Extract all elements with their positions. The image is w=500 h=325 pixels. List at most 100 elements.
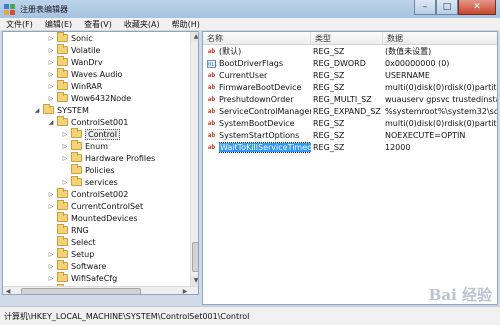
registry-value-row[interactable]: ab WaitToKillServiceTimeout REG_SZ 12000 xyxy=(203,142,497,154)
tree-item[interactable]: ▷ WifiSafeCfg xyxy=(47,272,117,284)
tree-item[interactable]: ▷ WanDrv xyxy=(47,56,103,68)
expand-arrow-icon[interactable]: ▷ xyxy=(47,251,55,258)
tree-item[interactable]: ▷ Hardware Profiles xyxy=(61,152,155,164)
tree-item-label: Control xyxy=(85,128,120,140)
column-header: 名称 类型 数据 xyxy=(203,32,497,45)
tree-item-label: WanDrv xyxy=(71,57,103,67)
tree-item[interactable]: ▷ CurrentControlSet xyxy=(47,200,143,212)
collapse-arrow-icon[interactable]: ◢ xyxy=(33,107,41,114)
scroll-down-icon[interactable]: ▼ xyxy=(191,276,198,286)
folder-icon xyxy=(71,152,82,162)
value-data: NOEXECUTE=OPTIN xyxy=(385,131,466,140)
expand-arrow-icon[interactable]: ▷ xyxy=(47,263,55,270)
tree-item[interactable]: ▷ Waves Audio xyxy=(47,68,122,80)
registry-value-row[interactable]: ab ServiceControlManager... REG_EXPAND_SZ%… xyxy=(203,106,497,118)
value-type: REG_DWORD xyxy=(313,59,366,68)
menu-file[interactable]: 文件(F) xyxy=(0,19,39,30)
tree-item[interactable]: ▷ Sonic xyxy=(47,32,93,44)
expand-arrow-icon[interactable]: ▷ xyxy=(61,179,69,186)
folder-icon xyxy=(57,68,68,78)
menu-view[interactable]: 查看(V) xyxy=(78,19,118,30)
tree-item-label: Volatile xyxy=(71,45,101,55)
tree-item[interactable]: ▷ WinRAR xyxy=(47,80,102,92)
folder-icon xyxy=(57,32,68,42)
value-name-text: PreshutdownOrder xyxy=(219,95,294,104)
tree-item[interactable]: Policies xyxy=(61,164,115,176)
title-bar: 注册表编辑器 – □ ✕ xyxy=(0,0,500,18)
menu-edit[interactable]: 编辑(E) xyxy=(39,19,78,30)
expand-arrow-icon[interactable]: ▷ xyxy=(47,59,55,66)
tree-item[interactable]: Select xyxy=(47,236,96,248)
string-value-icon: ab xyxy=(207,120,216,127)
folder-icon xyxy=(57,260,68,270)
registry-value-row[interactable]: ab PreshutdownOrder REG_MULTI_SZ wuauserv g… xyxy=(203,94,497,106)
scroll-right-icon[interactable]: ▶ xyxy=(180,287,190,294)
column-type-header[interactable]: 类型 xyxy=(311,32,383,45)
tree-item[interactable]: ▷ Volatile xyxy=(47,44,100,56)
tree-item-label: ControlSet001 xyxy=(71,117,129,127)
status-bar: 计算机\HKEY_LOCAL_MACHINE\SYSTEM\ControlSet… xyxy=(0,306,500,325)
expand-arrow-icon[interactable]: ▷ xyxy=(47,71,55,78)
tree-item[interactable]: ▷ Control xyxy=(61,128,120,140)
tree-item-label: Setup xyxy=(71,249,95,259)
menu-favorites[interactable]: 收藏夹(A) xyxy=(118,19,166,30)
tree-item[interactable]: ▷ Wow6432Node xyxy=(47,92,131,104)
folder-icon xyxy=(57,248,68,258)
tree-item-label: CurrentControlSet xyxy=(71,201,144,211)
expand-arrow-icon[interactable]: ▷ xyxy=(61,143,69,150)
expand-arrow-icon[interactable]: ▷ xyxy=(47,83,55,90)
tree-item[interactable]: ▷ Enum xyxy=(61,140,108,152)
tree-item[interactable]: ▷ Software xyxy=(47,260,106,272)
tree-item[interactable]: ▷ ControlSet002 xyxy=(47,188,128,200)
registry-value-row[interactable]: 011 BootDriverFlags REG_DWORD 0x00000000 (0… xyxy=(203,58,497,70)
tree-item[interactable]: ◢ SYSTEM xyxy=(33,104,89,116)
tree-horizontal-scrollbar[interactable]: ◀ ▶ xyxy=(3,286,198,294)
expand-arrow-icon[interactable]: ▷ xyxy=(47,47,55,54)
expand-arrow-icon[interactable]: ▷ xyxy=(61,131,69,138)
expand-arrow-icon[interactable]: ▷ xyxy=(61,155,69,162)
tree-item[interactable]: ◢ ControlSet001 xyxy=(47,116,128,128)
tree-vertical-scrollbar[interactable]: ▲ ▼ xyxy=(190,32,198,286)
tree-item[interactable]: MountedDevices xyxy=(47,212,138,224)
registry-value-row[interactable]: ab CurrentUser REG_SZ USERNAME xyxy=(203,70,497,82)
value-name-text: CurrentUser xyxy=(219,71,268,80)
value-name-text: (默认) xyxy=(219,47,242,56)
expand-arrow-icon[interactable]: ▷ xyxy=(47,35,55,42)
value-name-text: FirmwareBootDevice xyxy=(219,83,302,92)
scroll-thumb[interactable] xyxy=(192,242,198,272)
close-button[interactable]: ✕ xyxy=(458,0,496,15)
value-type: REG_EXPAND_SZ xyxy=(313,107,381,116)
string-value-icon: ab xyxy=(207,108,216,115)
value-name-text: SystemBootDevice xyxy=(219,119,295,128)
tree-item[interactable]: ▷ Setup xyxy=(47,248,94,260)
value-name: WaitToKillServiceTimeout xyxy=(219,142,311,154)
tree-item[interactable]: RNG xyxy=(47,224,89,236)
scroll-up-icon[interactable]: ▲ xyxy=(191,32,198,42)
maximize-button[interactable]: □ xyxy=(436,0,458,15)
minimize-button[interactable]: – xyxy=(414,0,436,15)
registry-value-row[interactable]: ab SystemStartOptions REG_SZ NOEXECUTE=OPTI… xyxy=(203,130,497,142)
tree-item-label: Policies xyxy=(85,165,115,175)
value-data: USERNAME xyxy=(385,71,430,80)
column-data-header[interactable]: 数据 xyxy=(383,32,497,45)
value-name: SystemBootDevice xyxy=(219,118,311,130)
tree-item[interactable]: ▷ services xyxy=(61,176,118,188)
scroll-thumb[interactable] xyxy=(21,288,141,294)
scroll-left-icon[interactable]: ◀ xyxy=(3,287,13,294)
folder-icon xyxy=(57,44,68,54)
expand-arrow-icon[interactable]: ▷ xyxy=(47,203,55,210)
string-value-icon: ab xyxy=(207,132,216,139)
collapse-arrow-icon[interactable]: ◢ xyxy=(47,119,55,126)
expand-arrow-icon[interactable]: ▷ xyxy=(47,95,55,102)
value-data: (数值未设置) xyxy=(385,47,432,56)
registry-value-row[interactable]: ab (默认) REG_SZ (数值未设置) xyxy=(203,46,497,58)
registry-value-row[interactable]: ab SystemBootDevice REG_SZ multi(0)disk(0)r… xyxy=(203,118,497,130)
column-name-header[interactable]: 名称 xyxy=(203,32,311,45)
registry-value-row[interactable]: ab FirmwareBootDevice REG_SZ multi(0)disk(0… xyxy=(203,82,497,94)
registry-values-pane[interactable]: 名称 类型 数据 ab (默认) REG_SZ (数值未设置) 011 BootDrive… xyxy=(202,31,498,305)
registry-tree-pane[interactable]: ▷ Sonic ▷ Volatile ▷ WanDrv ▷ Waves Audio ▷ WinRA… xyxy=(2,31,199,295)
menu-help[interactable]: 帮助(H) xyxy=(166,19,206,30)
value-data: wuauserv gpsvc trustedinstaller xyxy=(385,95,497,104)
expand-arrow-icon[interactable]: ▷ xyxy=(47,275,55,282)
expand-arrow-icon[interactable]: ▷ xyxy=(47,191,55,198)
